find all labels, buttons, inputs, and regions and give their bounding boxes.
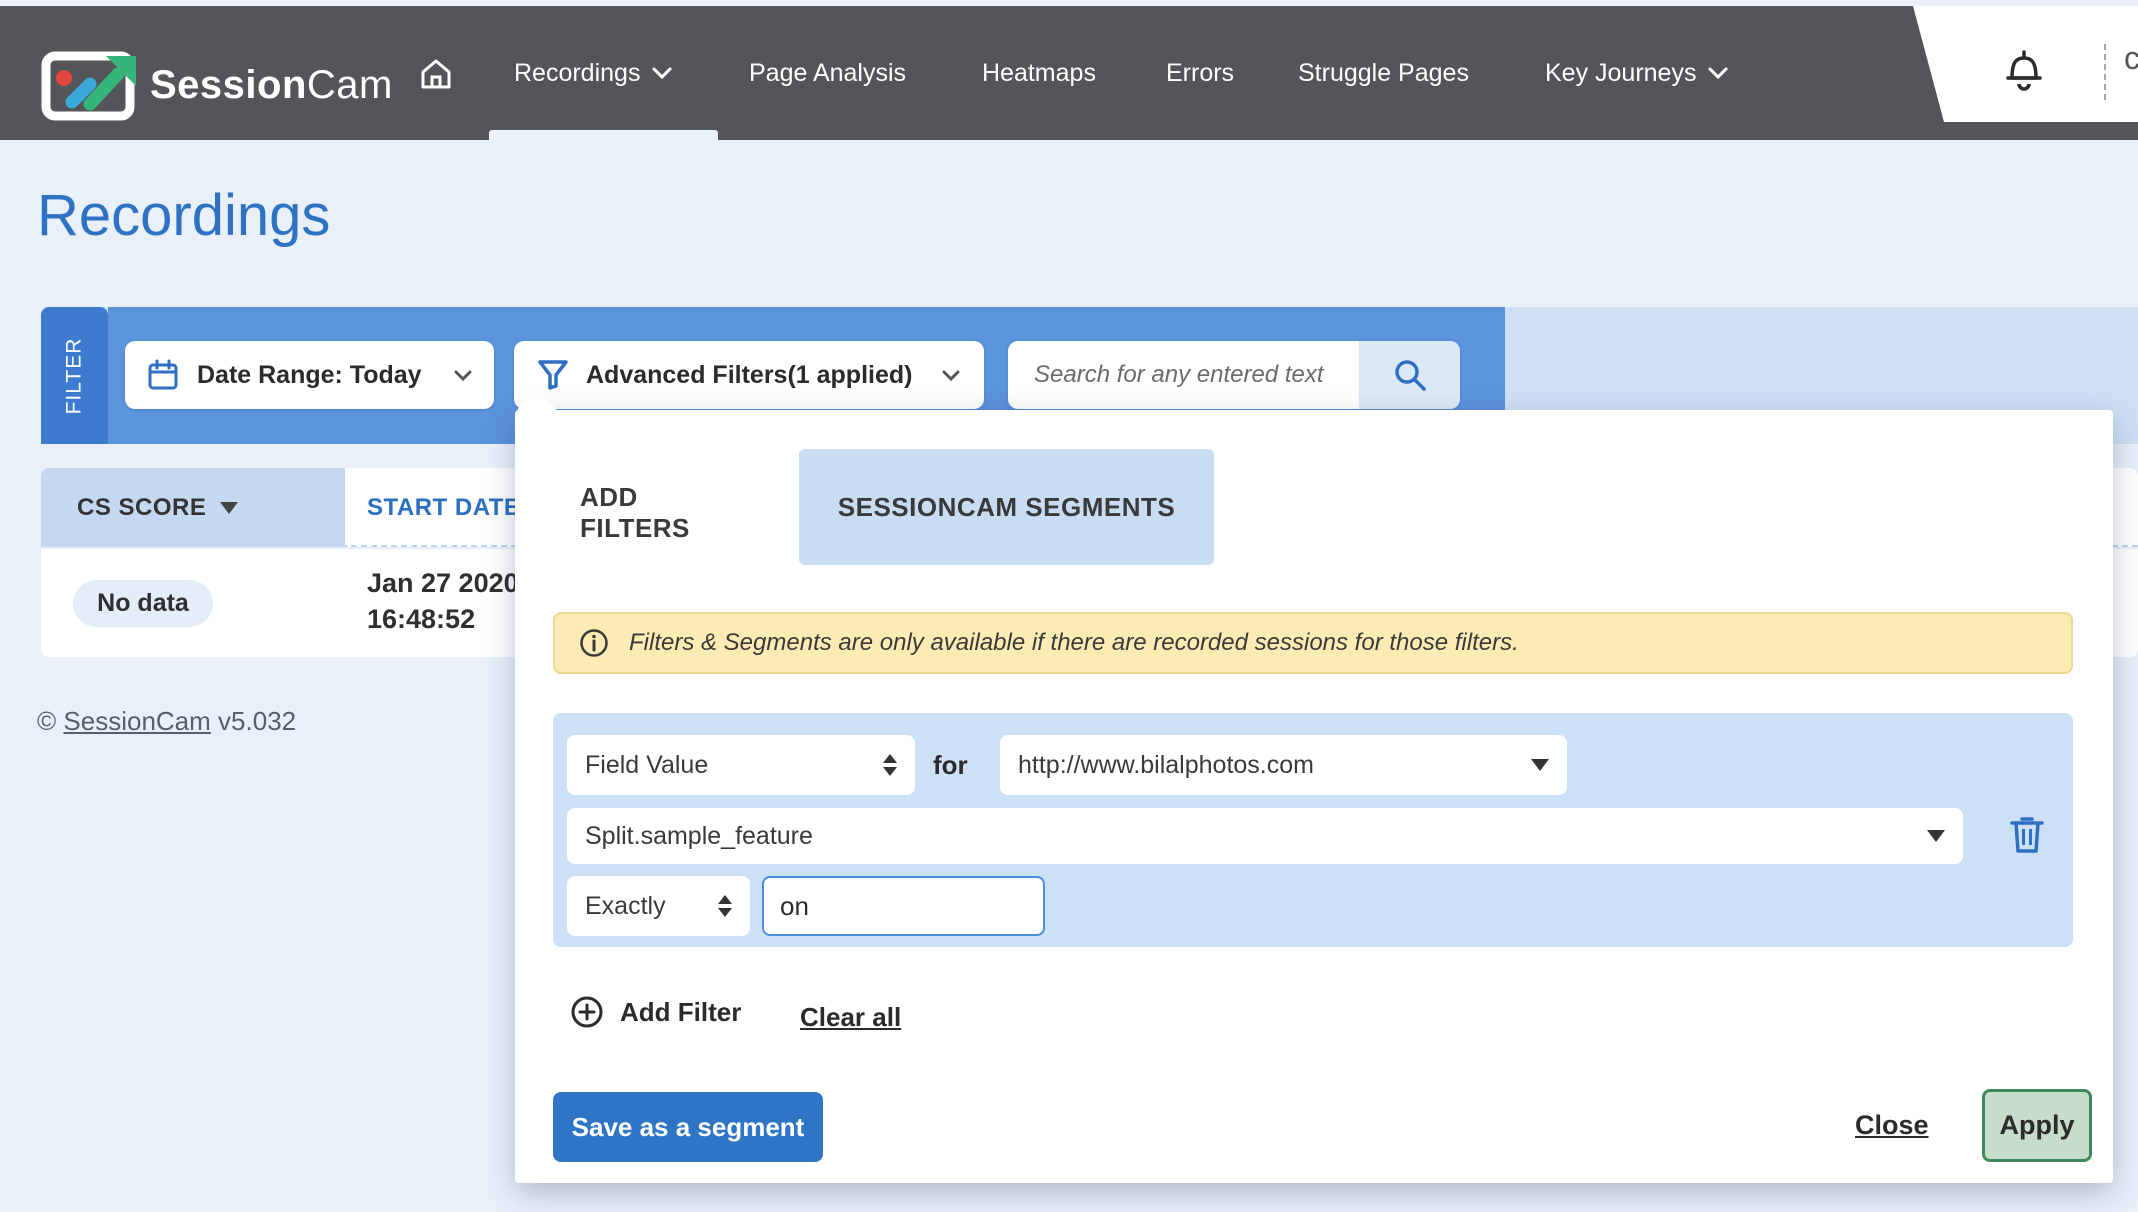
date-range-label: Date Range: Today [197,361,422,390]
dropdown-caret-icon [1927,830,1945,842]
funnel-icon [538,359,568,391]
select-spinner-icon [718,895,732,917]
nav-item-heatmaps[interactable]: Heatmaps [982,6,1096,140]
home-icon [419,57,453,91]
save-as-segment-button[interactable]: Save as a segment [553,1092,823,1162]
info-banner: Filters & Segments are only available if… [553,612,2073,674]
chevron-down-icon [454,370,472,381]
select-spinner-icon [883,754,897,776]
search-container [1008,341,1460,409]
clipped-right-text: c [2124,40,2138,77]
info-icon [579,628,609,658]
brand-name: SessionCam [150,63,393,108]
nav-item-struggle-pages[interactable]: Struggle Pages [1298,6,1469,140]
cs-score-badge: No data [73,580,213,627]
filter-condition-card: Field Value for http://www.bilalphotos.c… [553,713,2073,947]
nav-item-errors[interactable]: Errors [1166,6,1234,140]
chevron-down-icon [652,67,672,79]
sessioncam-logo-icon [40,44,140,126]
column-header-start-date[interactable]: START DATE [367,468,520,547]
nav-item-page-analysis[interactable]: Page Analysis [749,6,906,140]
tab-add-filters[interactable]: ADD FILTERS [580,490,745,535]
dropdown-caret-icon [1531,759,1549,771]
field-name-select[interactable]: Split.sample_feature [567,808,1963,864]
calendar-icon [147,359,179,391]
field-type-select[interactable]: Field Value [567,735,915,795]
search-icon [1392,357,1428,393]
nav-right-wedge: c [1900,6,2138,122]
advanced-filters-button[interactable]: Advanced Filters(1 applied) [514,341,984,409]
vertical-dashed-divider [2104,44,2106,100]
notifications-button[interactable] [2004,48,2044,92]
app-window: SessionCam Recordings Page Analysis Heat… [0,0,2138,1212]
active-nav-indicator [489,130,718,140]
for-label: for [933,735,968,795]
filter-value-input[interactable] [762,876,1045,936]
footer-brand-link[interactable]: SessionCam [63,706,210,736]
page-title: Recordings [37,182,330,249]
home-nav-button[interactable] [416,54,456,94]
trash-icon [2009,815,2045,855]
footer-version: © SessionCam v5.032 [37,706,296,737]
operator-select[interactable]: Exactly [567,876,750,936]
brand-logo[interactable]: SessionCam [40,44,393,126]
bell-icon [2004,48,2044,92]
start-date-cell: Jan 27 2020, 16:48:52 [367,565,526,637]
apply-button[interactable]: Apply [1982,1089,2092,1162]
info-banner-text: Filters & Segments are only available if… [629,629,1519,657]
search-button[interactable] [1359,341,1460,409]
date-range-button[interactable]: Date Range: Today [125,341,494,409]
filter-tab-label: FILTER [63,337,87,414]
column-header-cs-score[interactable]: CS SCORE [41,468,345,547]
search-input[interactable] [1008,341,1359,409]
top-nav: SessionCam Recordings Page Analysis Heat… [0,6,2138,140]
nav-item-recordings[interactable]: Recordings [514,6,672,140]
advanced-filters-panel: ADD FILTERS SESSIONCAM SEGMENTS Filters … [515,410,2113,1183]
advanced-filters-label: Advanced Filters(1 applied) [586,361,912,390]
nav-item-key-journeys[interactable]: Key Journeys [1545,6,1728,140]
chevron-down-icon [1708,67,1728,79]
clear-all-link[interactable]: Clear all [800,1002,901,1033]
tab-sessioncam-segments[interactable]: SESSIONCAM SEGMENTS [799,449,1214,565]
chevron-down-icon [942,370,960,381]
sort-descending-icon [220,502,238,514]
add-filter-button[interactable]: Add Filter [570,995,741,1029]
close-link[interactable]: Close [1855,1110,1929,1141]
site-select[interactable]: http://www.bilalphotos.com [1000,735,1567,795]
filter-side-tab[interactable]: FILTER [41,307,108,444]
delete-filter-button[interactable] [2003,811,2051,859]
plus-circle-icon [570,995,604,1029]
